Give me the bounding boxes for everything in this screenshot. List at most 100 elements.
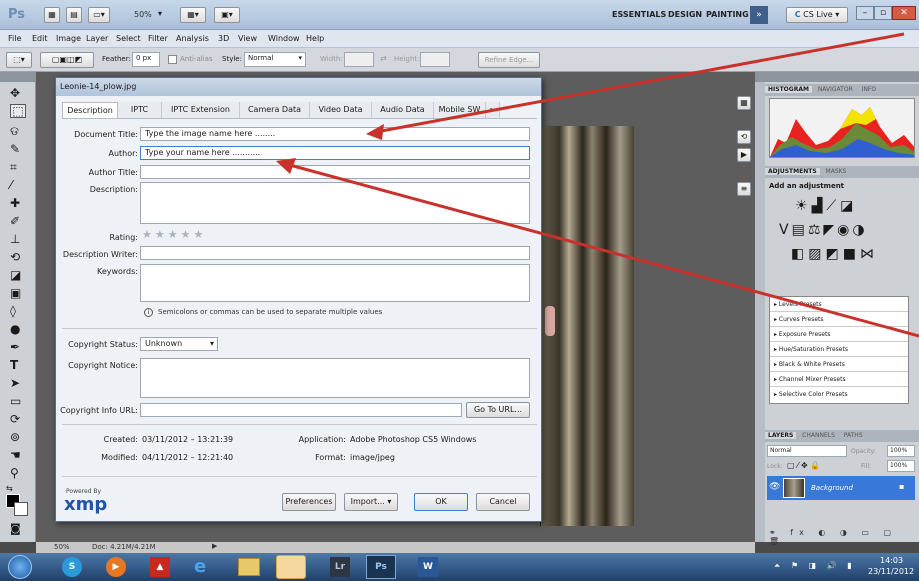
maximize-button[interactable]: ▫ — [874, 6, 892, 20]
selective-color-icon[interactable]: ⋈ — [860, 246, 878, 262]
start-button[interactable] — [8, 555, 32, 579]
crop-tool-icon[interactable]: ⌗ — [10, 160, 17, 175]
tool-preset-picker[interactable]: ⬚▾ — [6, 52, 32, 68]
path-selection-tool-icon[interactable]: ➤ — [10, 376, 20, 390]
black-white-icon[interactable]: ◤ — [823, 222, 837, 238]
gradient-map-icon[interactable]: ■ — [843, 246, 860, 262]
hue-saturation-icon[interactable]: ▤ — [792, 222, 808, 238]
ok-button[interactable]: OK — [414, 493, 468, 511]
curves-icon[interactable]: ⟋ — [826, 198, 840, 214]
status-zoom[interactable]: 50% — [54, 543, 70, 551]
copyright-status-select[interactable]: Unknown ▾ — [140, 337, 218, 351]
menu-view[interactable]: View — [238, 34, 257, 43]
photo-filter-icon[interactable]: ◉ — [837, 222, 852, 238]
marquee-tool-icon[interactable]: ⬚ — [10, 104, 26, 118]
threshold-icon[interactable]: ◩ — [825, 246, 842, 262]
height-input[interactable] — [420, 52, 450, 67]
type-tool-icon[interactable]: T — [10, 358, 18, 372]
layer-row-background[interactable]: 👁 Background ▪ — [767, 476, 915, 500]
preset-curves[interactable]: ▸ Curves Presets — [770, 312, 908, 327]
media-player-icon[interactable]: ▶ — [106, 557, 126, 577]
eyedropper-tool-icon[interactable]: ⁄ — [10, 178, 12, 192]
copyright-notice-textarea[interactable] — [140, 358, 530, 398]
minimize-button[interactable]: – — [856, 6, 874, 20]
tab-description[interactable]: Description — [62, 102, 118, 118]
tab-navigator[interactable]: NAVIGATOR — [815, 86, 856, 93]
picasa-icon[interactable] — [276, 555, 306, 579]
gradient-tool-icon[interactable]: ▣ — [10, 286, 21, 300]
invert-icon[interactable]: ◧ — [791, 246, 808, 262]
eraser-tool-icon[interactable]: ◪ — [10, 268, 21, 282]
go-to-url-button[interactable]: Go To URL... — [466, 402, 530, 418]
preset-channel-mixer[interactable]: ▸ Channel Mixer Presets — [770, 372, 908, 387]
zoom-tool-icon[interactable]: ⚲ — [10, 466, 19, 480]
copyright-url-input[interactable] — [140, 403, 462, 417]
more-workspaces-button[interactable]: » — [750, 6, 768, 24]
actions-panel-icon[interactable]: ▶ — [737, 148, 751, 162]
background-color-swatch[interactable] — [14, 502, 28, 516]
tab-adjustments[interactable]: ADJUSTMENTS — [765, 168, 820, 175]
blur-tool-icon[interactable]: ◊ — [10, 304, 16, 318]
import-button[interactable]: Import... ▾ — [344, 493, 398, 511]
acrobat-icon[interactable]: ▲ — [150, 557, 170, 577]
menu-image[interactable]: Image — [56, 34, 81, 43]
clone-stamp-tool-icon[interactable]: ⊥ — [10, 232, 20, 246]
dodge-tool-icon[interactable]: ● — [10, 322, 20, 336]
preset-selective-color[interactable]: ▸ Selective Color Presets — [770, 387, 908, 402]
status-menu-arrow[interactable]: ▶ — [212, 542, 217, 550]
tab-histogram[interactable]: HISTOGRAM — [765, 86, 812, 93]
skype-icon[interactable]: S — [62, 557, 82, 577]
description-textarea[interactable] — [140, 182, 530, 224]
launch-mini-bridge-button[interactable]: ▤ — [66, 7, 82, 23]
cs-live-button[interactable]: C CS Live ▾ — [786, 7, 848, 23]
quick-mask-icon[interactable]: ◙ — [10, 522, 21, 535]
tab-paths[interactable]: PATHS — [841, 432, 866, 439]
tab-mobile-sw[interactable]: Mobile SW — [434, 102, 486, 118]
close-button[interactable]: ✕ — [892, 6, 916, 20]
menu-analysis[interactable]: Analysis — [176, 34, 209, 43]
author-input[interactable]: Type your name here ........... — [140, 146, 530, 160]
selection-mode-buttons[interactable]: ▢▣◫◩ — [40, 52, 94, 68]
levels-icon[interactable]: ▟ — [812, 198, 827, 214]
word-icon[interactable]: W — [418, 557, 438, 577]
swap-icon[interactable]: ⇄ — [380, 54, 387, 63]
photoshop-taskbar-icon[interactable]: Ps — [366, 555, 396, 579]
quick-select-tool-icon[interactable]: ✎ — [10, 142, 20, 156]
lightroom-icon[interactable]: Lr — [330, 557, 350, 577]
rating-stars[interactable]: ★★★★★ — [142, 228, 206, 241]
refine-edge-button[interactable]: Refine Edge... — [478, 52, 540, 68]
tab-scroll-right[interactable]: ▸ — [486, 102, 500, 118]
move-tool-icon[interactable]: ✥ — [10, 86, 20, 100]
history-panel-icon[interactable]: ⟲ — [737, 130, 751, 144]
shape-tool-icon[interactable]: ▭ — [10, 394, 21, 408]
tab-iptc-extension[interactable]: IPTC Extension — [162, 102, 240, 118]
preset-black-white[interactable]: ▸ Black & White Presets — [770, 357, 908, 372]
histogram-panel-icon[interactable]: ▦ — [737, 96, 751, 110]
lasso-tool-icon[interactable]: ଡ — [10, 124, 19, 139]
tab-layers[interactable]: LAYERS — [765, 432, 797, 439]
lock-icons[interactable]: ▢ ⁄ ✥ 🔒 — [787, 461, 820, 470]
view-extras-button[interactable]: ▭▾ — [88, 7, 110, 23]
channel-mixer-icon[interactable]: ◑ — [852, 222, 867, 238]
screen-mode-button[interactable]: ▣▾ — [214, 7, 240, 23]
color-balance-icon[interactable]: ⚖ — [808, 222, 824, 238]
workspace-design[interactable]: DESIGN — [668, 10, 702, 19]
preset-exposure[interactable]: ▸ Exposure Presets — [770, 327, 908, 342]
description-writer-input[interactable] — [140, 246, 530, 260]
internet-explorer-icon[interactable]: e — [194, 556, 206, 577]
swap-colors-icon[interactable]: ⇆ — [6, 484, 13, 493]
3d-orbit-tool-icon[interactable]: ⊚ — [10, 430, 20, 444]
healing-tool-icon[interactable]: ✚ — [10, 196, 20, 210]
keywords-textarea[interactable] — [140, 264, 530, 302]
brush-tool-icon[interactable]: ✐ — [10, 214, 20, 228]
workspace-painting[interactable]: PAINTING — [706, 10, 749, 19]
brightness-icon[interactable]: ☀ — [795, 198, 812, 214]
exposure-icon[interactable]: ◪ — [840, 198, 857, 214]
preset-hue-saturation[interactable]: ▸ Hue/Saturation Presets — [770, 342, 908, 357]
menu-select[interactable]: Select — [116, 34, 141, 43]
document-title-input[interactable]: Type the image name here ........ — [140, 127, 530, 141]
menu-filter[interactable]: Filter — [148, 34, 168, 43]
anti-alias-checkbox[interactable] — [168, 55, 177, 64]
3d-rotate-tool-icon[interactable]: ⟳ — [10, 412, 20, 426]
tab-audio-data[interactable]: Audio Data — [372, 102, 434, 118]
